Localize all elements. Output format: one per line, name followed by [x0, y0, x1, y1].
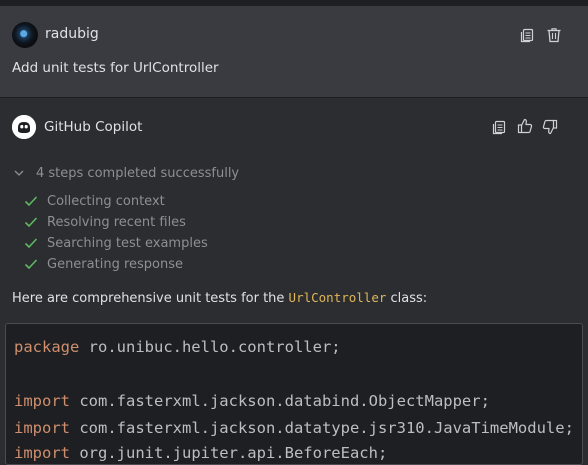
assistant-name: GitHub Copilot — [44, 119, 143, 135]
user-message-text: Add unit tests for UrlController — [12, 60, 219, 76]
user-name: radubig — [45, 26, 99, 42]
step-label: Resolving recent files — [47, 215, 186, 230]
check-icon — [24, 216, 38, 232]
code-keyword: import — [14, 444, 70, 462]
thumbs-down-icon[interactable] — [542, 119, 558, 135]
step-label: Collecting context — [47, 194, 165, 209]
steps-header-label: 4 steps completed successfully — [36, 166, 240, 181]
code-line: import org.junit.jupiter.api.BeforeEach; — [14, 444, 387, 462]
copilot-logo-icon — [12, 115, 36, 139]
code-block[interactable]: package ro.unibuc.hello.controller; impo… — [5, 323, 583, 465]
intro-text: Here are comprehensive unit tests for th… — [12, 291, 289, 306]
code-keyword: import — [14, 419, 70, 437]
thumbs-up-icon[interactable] — [517, 118, 533, 134]
code-line: import com.fasterxml.jackson.datatype.js… — [14, 419, 574, 437]
code-text: org.junit.jupiter.api.BeforeEach; — [70, 444, 388, 462]
copy-icon[interactable] — [492, 120, 506, 135]
intro-text-end: class: — [386, 291, 428, 306]
copilot-avatar — [12, 115, 36, 139]
user-message-block — [0, 6, 588, 97]
step-item: Resolving recent files — [24, 215, 186, 232]
code-keyword: package — [14, 338, 80, 356]
check-icon — [24, 195, 38, 211]
assistant-intro: Here are comprehensive unit tests for th… — [12, 290, 427, 306]
step-item: Generating response — [24, 257, 183, 274]
code-text: com.fasterxml.jackson.datatype.jsr310.Ja… — [70, 419, 574, 437]
code-line: import com.fasterxml.jackson.databind.Ob… — [14, 392, 490, 410]
user-avatar — [12, 22, 38, 48]
step-item: Searching test examples — [24, 236, 208, 253]
check-icon — [24, 237, 38, 253]
code-keyword: import — [14, 392, 70, 410]
message-divider — [0, 97, 588, 98]
steps-toggle[interactable]: 4 steps completed successfully — [14, 166, 239, 181]
code-text: ro.unibuc.hello.controller; — [79, 338, 341, 356]
inline-code-class: UrlController — [288, 290, 387, 305]
step-label: Searching test examples — [47, 236, 208, 251]
trash-icon[interactable] — [546, 27, 562, 43]
code-text: com.fasterxml.jackson.databind.ObjectMap… — [70, 392, 490, 410]
step-item: Collecting context — [24, 194, 165, 211]
check-icon — [24, 258, 38, 274]
chevron-down-icon — [14, 166, 26, 181]
step-label: Generating response — [47, 257, 183, 272]
copy-icon[interactable] — [520, 28, 534, 43]
code-line: package ro.unibuc.hello.controller; — [14, 338, 341, 356]
